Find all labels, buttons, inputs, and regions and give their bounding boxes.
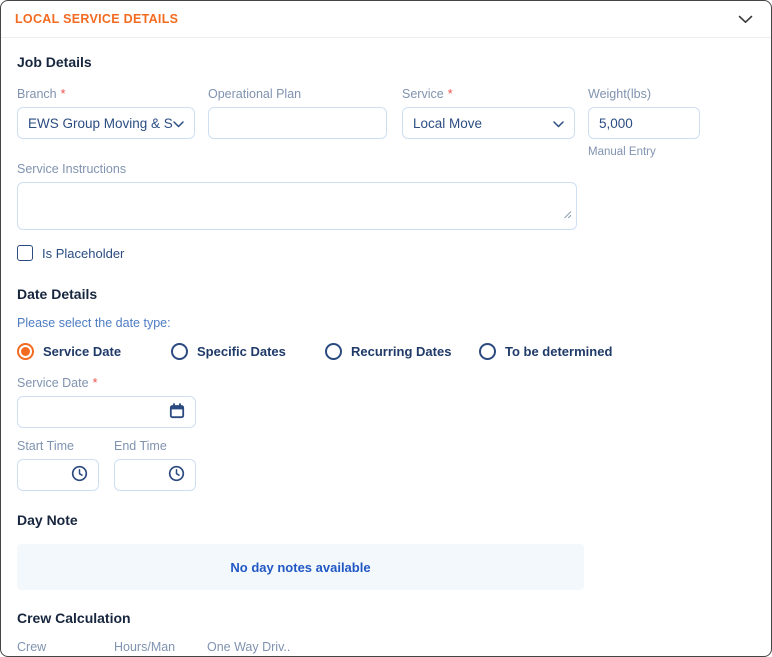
day-note-empty-box: No day notes available	[17, 544, 584, 590]
crew-calculation-row: Crew Auto-calculated Hours/Man Auto-calc…	[17, 640, 755, 656]
radio-button-icon[interactable]	[17, 343, 34, 360]
branch-label: Branch *	[17, 87, 66, 101]
radio-button-icon[interactable]	[171, 343, 188, 360]
one-way-drive-field: One Way Driv... − 0.00 +	[207, 640, 291, 656]
radio-recurring-dates[interactable]: Recurring Dates	[325, 343, 479, 360]
service-instructions-textarea[interactable]	[17, 182, 577, 230]
weight-label: Weight(lbs)	[588, 87, 651, 101]
service-field: Service * Local Move	[402, 87, 575, 158]
crew-label: Crew	[17, 640, 47, 654]
local-service-details-panel: LOCAL SERVICE DETAILS Job Details Branch…	[0, 0, 772, 657]
clock-icon[interactable]	[71, 465, 88, 485]
radio-label: Specific Dates	[197, 344, 286, 359]
service-select[interactable]: Local Move	[402, 107, 575, 139]
chevron-down-icon	[553, 116, 564, 131]
totals-cluster: Total hours required: 10 Total hours/man…	[308, 640, 566, 656]
start-time-label: Start Time	[17, 439, 74, 453]
crew-field: Crew Auto-calculated	[17, 640, 99, 656]
hours-man-field: Hours/Man Auto-calculated	[114, 640, 196, 656]
service-date-field: Service Date *	[17, 376, 196, 428]
hours-man-label: Hours/Man	[114, 640, 176, 654]
end-time-input[interactable]	[114, 459, 196, 491]
weight-helper-text: Manual Entry	[588, 146, 656, 158]
panel-header: LOCAL SERVICE DETAILS	[1, 1, 771, 38]
job-details-heading: Job Details	[17, 54, 92, 70]
panel-title: LOCAL SERVICE DETAILS	[15, 12, 179, 26]
date-details-heading: Date Details	[17, 286, 98, 302]
day-note-heading: Day Note	[17, 512, 78, 528]
start-time-field: Start Time	[17, 439, 99, 491]
times-row: Start Time End Time	[17, 439, 755, 491]
weight-field: Weight(lbs) Manual Entry	[588, 87, 700, 158]
calendar-icon[interactable]	[169, 402, 185, 422]
service-date-label: Service Date *	[17, 376, 98, 390]
radio-label: Recurring Dates	[351, 344, 452, 359]
service-instructions-label: Service Instructions	[17, 162, 127, 176]
chevron-down-icon	[738, 12, 753, 27]
end-time-field: End Time	[114, 439, 196, 491]
service-label: Service *	[402, 87, 453, 101]
required-asterisk: *	[92, 376, 98, 390]
weight-input[interactable]	[588, 107, 700, 139]
service-date-input[interactable]	[17, 396, 196, 428]
radio-label: To be determined	[505, 344, 613, 359]
service-select-value: Local Move	[413, 115, 483, 131]
branch-field: Branch * EWS Group Moving & St...	[17, 87, 195, 158]
branch-select-value: EWS Group Moving & St...	[28, 115, 173, 131]
is-placeholder-label: Is Placeholder	[42, 245, 125, 261]
day-note-empty-message: No day notes available	[230, 559, 371, 575]
operational-plan-input[interactable]	[208, 107, 387, 139]
is-placeholder-checkbox-row[interactable]: Is Placeholder	[17, 245, 755, 261]
date-type-radio-group: Service Date Specific Dates Recurring Da…	[17, 343, 755, 360]
one-way-drive-label: One Way Driv...	[207, 640, 291, 654]
operational-plan-field: Operational Plan	[208, 87, 387, 158]
radio-button-icon[interactable]	[479, 343, 496, 360]
radio-button-icon[interactable]	[325, 343, 342, 360]
operational-plan-label: Operational Plan	[208, 87, 302, 101]
radio-service-date[interactable]: Service Date	[17, 343, 171, 360]
end-time-label: End Time	[114, 439, 167, 453]
crew-calculation-heading: Crew Calculation	[17, 610, 131, 626]
collapse-button[interactable]	[738, 12, 753, 27]
radio-label: Service Date	[43, 344, 122, 359]
start-time-input[interactable]	[17, 459, 99, 491]
required-asterisk: *	[60, 87, 66, 101]
branch-select[interactable]: EWS Group Moving & St...	[17, 107, 195, 139]
required-asterisk: *	[447, 87, 453, 101]
service-instructions-field: Service Instructions	[17, 162, 755, 230]
is-placeholder-checkbox[interactable]	[17, 245, 33, 261]
job-details-row: Branch * EWS Group Moving & St... Operati…	[17, 87, 755, 158]
radio-specific-dates[interactable]: Specific Dates	[171, 343, 325, 360]
clock-icon[interactable]	[168, 465, 185, 485]
date-type-prompt: Please select the date type:	[17, 316, 171, 330]
radio-to-be-determined[interactable]: To be determined	[479, 343, 612, 360]
chevron-down-icon	[173, 116, 184, 131]
